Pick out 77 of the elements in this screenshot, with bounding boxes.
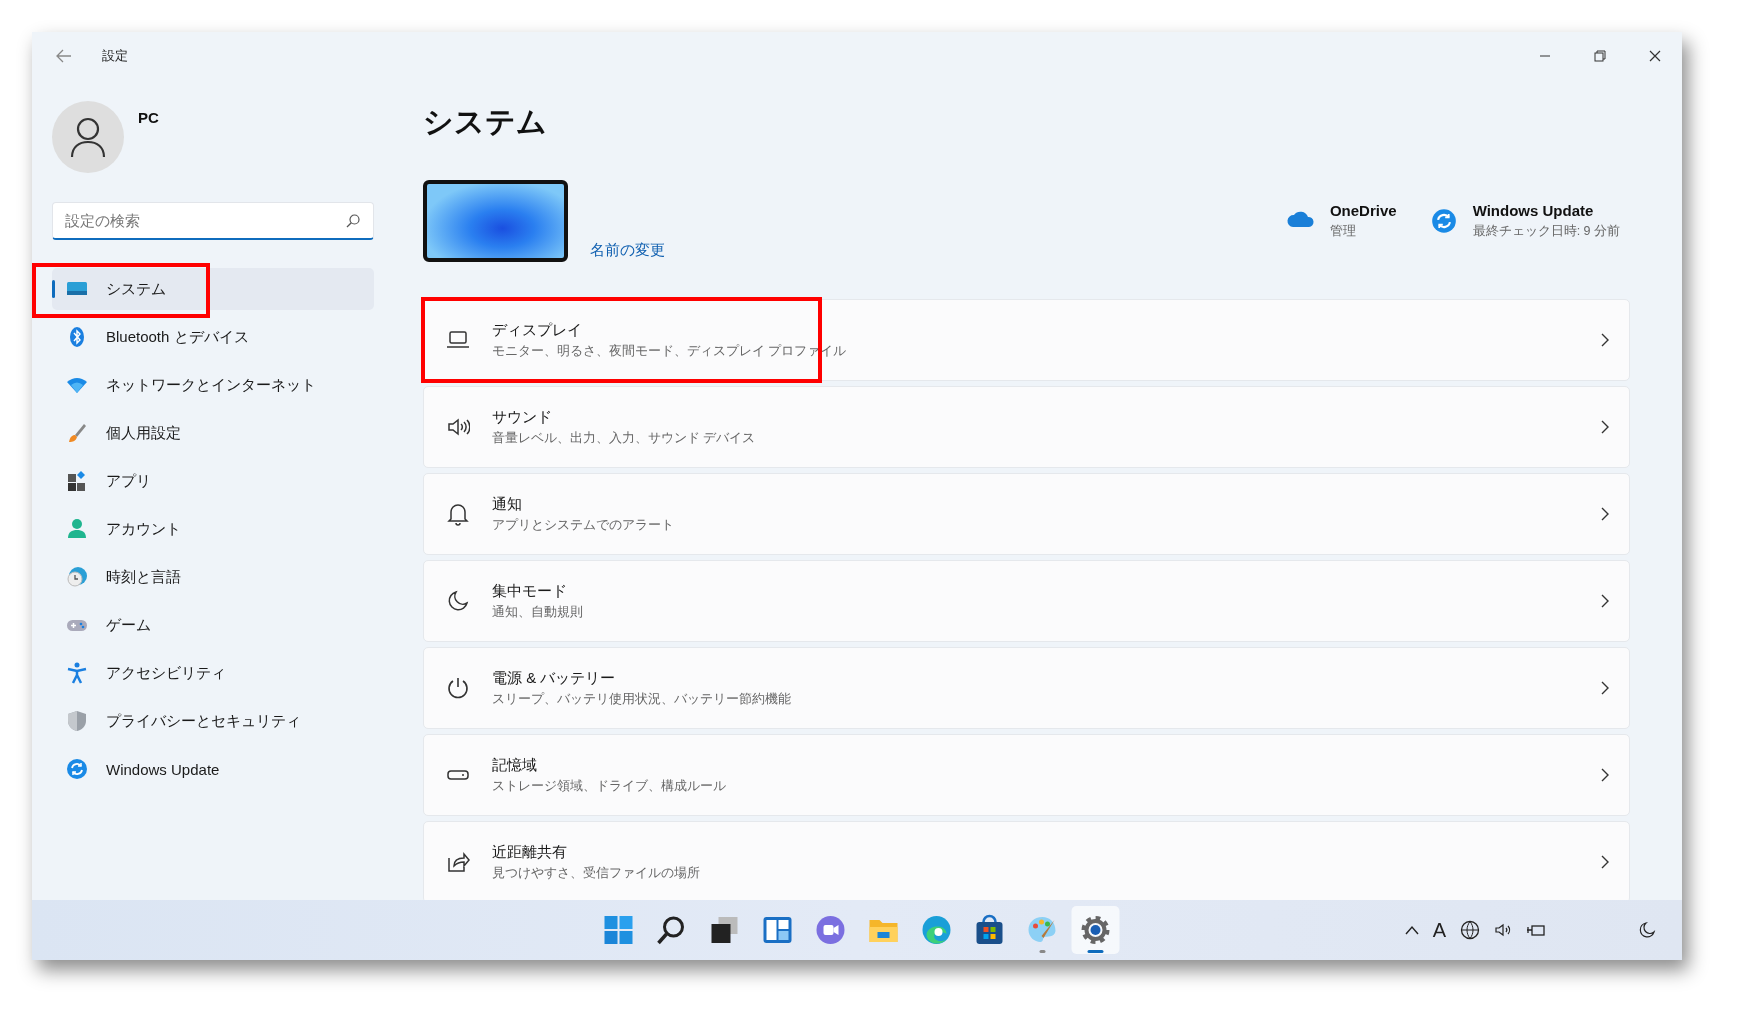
restore-icon	[1593, 50, 1606, 62]
card-title: 近距離共有	[492, 842, 568, 862]
user-name: PC	[138, 109, 159, 126]
person-icon	[66, 518, 88, 540]
share-icon	[446, 850, 470, 874]
search-field[interactable]: 設定の検索	[52, 202, 374, 240]
volume-icon	[1494, 921, 1512, 939]
widgets-icon	[761, 914, 794, 946]
chevron-right-icon	[1601, 420, 1609, 434]
card-title: 集中モード	[492, 581, 568, 601]
gear-icon	[1079, 914, 1112, 946]
nav-item[interactable]: システム	[52, 268, 374, 310]
settings-card[interactable]: 集中モード 通知、自動規則	[423, 560, 1630, 642]
service-detail: 最終チェック日時: 9 分前	[1472, 223, 1620, 240]
settings-card[interactable]: ディスプレイ モニター、明るさ、夜間モード、ディスプレイ プロファイル	[423, 299, 1630, 381]
brush-icon	[66, 422, 88, 444]
accessibility-icon	[66, 662, 88, 684]
settings-card[interactable]: 記憶域 ストレージ領域、ドライブ、構成ルール	[423, 734, 1630, 816]
close-icon	[1648, 50, 1661, 62]
nav-item[interactable]: Bluetooth とデバイス	[52, 316, 374, 358]
card-subtitle: ストレージ領域、ドライブ、構成ルール	[492, 777, 726, 795]
nav-item[interactable]: ネットワークとインターネット	[52, 364, 374, 406]
window-title: 設定	[102, 47, 128, 65]
nav-item[interactable]: アクセシビリティ	[52, 652, 374, 694]
ime-indicator[interactable]: A	[1432, 918, 1446, 942]
moon-icon	[1638, 921, 1656, 939]
nav-item[interactable]: アカウント	[52, 508, 374, 550]
nav-item[interactable]: ゲーム	[52, 604, 374, 646]
settings-card[interactable]: 通知 アプリとシステムでのアラート	[423, 473, 1630, 555]
chevron-right-icon	[1601, 768, 1609, 782]
taskbar-app[interactable]	[1071, 906, 1120, 954]
nav-item[interactable]: Windows Update	[52, 748, 374, 790]
settings-card[interactable]: 近距離共有 見つけやすさ、受信ファイルの場所	[423, 821, 1630, 900]
chat-icon	[814, 914, 847, 946]
globe-clock-icon	[66, 566, 88, 588]
nav-item[interactable]: プライバシーとセキュリティ	[52, 700, 374, 742]
rename-link[interactable]: 名前の変更	[590, 241, 665, 260]
service-name[interactable]: OneDrive	[1329, 202, 1397, 219]
person-icon	[70, 117, 106, 157]
settings-card[interactable]: 電源 & バッテリー スリープ、バッテリ使用状況、バッテリー節約機能	[423, 647, 1630, 729]
card-subtitle: 見つけやすさ、受信ファイルの場所	[492, 864, 700, 882]
card-title: ディスプレイ	[492, 320, 583, 340]
card-subtitle: スリープ、バッテリ使用状況、バッテリー節約機能	[492, 690, 791, 708]
chevron-right-icon	[1601, 594, 1609, 608]
chevron-right-icon	[1601, 507, 1609, 521]
service-name[interactable]: Windows Update	[1472, 202, 1620, 219]
moon-icon	[446, 589, 470, 613]
power-icon	[446, 676, 470, 700]
card-title: 通知	[492, 494, 523, 514]
chevron-right-icon	[1601, 333, 1609, 347]
shield-icon	[66, 710, 88, 732]
card-subtitle: アプリとシステムでのアラート	[492, 516, 674, 534]
nav-item[interactable]: 個人用設定	[52, 412, 374, 454]
card-subtitle: 通知、自動規則	[492, 603, 583, 621]
browser-icon	[920, 914, 953, 946]
back-arrow-icon	[56, 49, 72, 63]
card-title: サウンド	[492, 407, 553, 427]
selection-indicator	[52, 280, 55, 298]
search-icon	[346, 214, 360, 228]
windows-logo-icon	[602, 914, 635, 946]
card-subtitle: モニター、明るさ、夜間モード、ディスプレイ プロファイル	[492, 342, 847, 360]
chevron-right-icon	[1601, 855, 1609, 869]
chevron-right-icon	[1601, 681, 1609, 695]
globe-icon	[1460, 920, 1480, 940]
service-detail: 管理	[1329, 223, 1357, 240]
sync-icon	[66, 758, 88, 780]
card-subtitle: 音量レベル、出力、入力、サウンド デバイス	[492, 429, 756, 447]
settings-card[interactable]: サウンド 音量レベル、出力、入力、サウンド デバイス	[423, 386, 1630, 468]
nav-item[interactable]: 時刻と言語	[52, 556, 374, 598]
nav-item[interactable]: アプリ	[52, 460, 374, 502]
chevron-up-icon	[1404, 925, 1419, 935]
apps-icon	[66, 470, 88, 492]
card-title: 電源 & バッテリー	[492, 668, 617, 688]
page-title: システム	[423, 104, 548, 140]
sync-icon	[1430, 208, 1457, 234]
card-title: 記憶域	[492, 755, 538, 775]
bell-icon	[446, 502, 470, 526]
